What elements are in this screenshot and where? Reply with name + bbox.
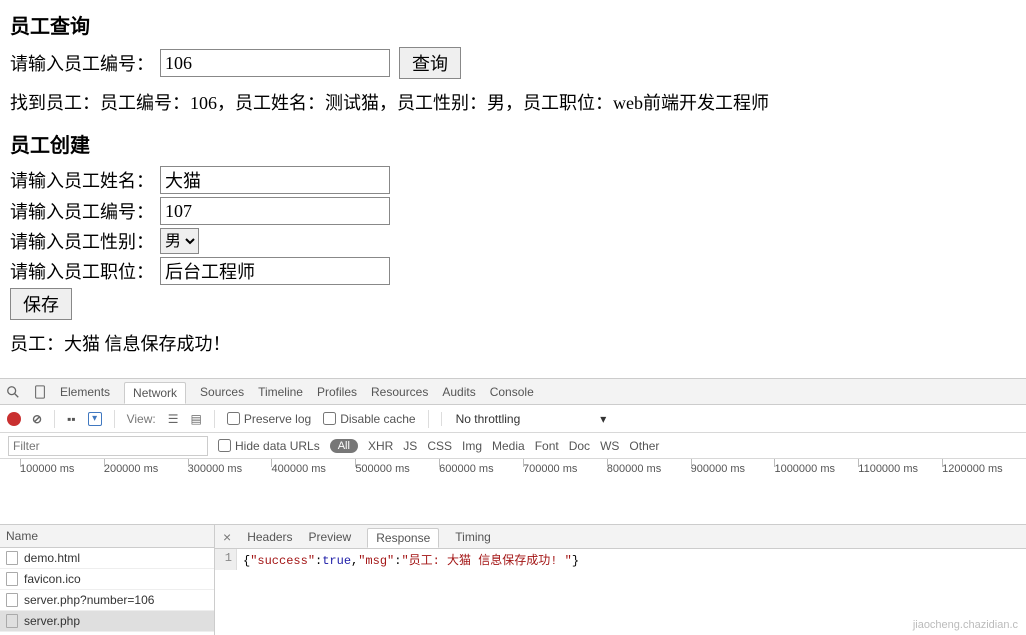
devtools-panel: Elements Network Sources Timeline Profil… [0, 378, 1026, 635]
network-timeline[interactable]: 100000 ms 200000 ms 300000 ms 400000 ms … [0, 459, 1026, 525]
response-code[interactable]: {"success":true,"msg":"员工: 大猫 信息保存成功! "} [237, 549, 585, 570]
chevron-down-icon: ▾ [600, 412, 606, 426]
query-button[interactable]: 查询 [399, 47, 461, 79]
column-header-name[interactable]: Name [0, 525, 214, 548]
disable-cache-checkbox[interactable]: Disable cache [323, 412, 415, 426]
employee-job-input[interactable] [160, 257, 390, 285]
network-bottom: Name demo.html favicon.ico server.php?nu… [0, 525, 1026, 635]
network-filter-bar: Hide data URLs All XHR JS CSS Img Media … [0, 433, 1026, 459]
tab-audits[interactable]: Audits [442, 385, 475, 399]
separator [54, 410, 55, 428]
timeline-mark: 900000 ms [691, 463, 775, 475]
preserve-log-checkbox[interactable]: Preserve log [227, 412, 311, 426]
close-icon[interactable]: × [223, 529, 231, 545]
filter-type[interactable]: Img [462, 439, 482, 453]
detail-tab-preview[interactable]: Preview [309, 530, 352, 544]
label-employee-number-create: 请输入员工编号： [10, 198, 154, 224]
employee-name-input[interactable] [160, 166, 390, 194]
filter-icon[interactable]: ▾ [88, 412, 102, 426]
timeline-mark: 200000 ms [104, 463, 188, 475]
view-label: View: [127, 412, 156, 426]
tab-console[interactable]: Console [490, 385, 534, 399]
record-icon[interactable] [8, 413, 20, 425]
camera-icon[interactable]: ▪▪ [67, 412, 76, 426]
file-icon [6, 572, 18, 586]
detail-tab-headers[interactable]: Headers [247, 530, 292, 544]
label-employee-gender: 请输入员工性别： [10, 228, 154, 254]
response-body: 1 {"success":true,"msg":"员工: 大猫 信息保存成功! … [215, 549, 1026, 570]
employee-number-input[interactable] [160, 49, 390, 77]
filter-type[interactable]: WS [600, 439, 619, 453]
employee-gender-select[interactable]: 男 [160, 228, 199, 254]
detail-tabs: × Headers Preview Response Timing [215, 525, 1026, 549]
timeline-mark: 1200000 ms [942, 463, 1026, 475]
query-result: 找到员工：员工编号：106，员工姓名：测试猫，员工性别：男，员工职位：web前端… [10, 89, 1016, 115]
timeline-mark: 800000 ms [607, 463, 691, 475]
filter-type[interactable]: Font [535, 439, 559, 453]
tab-resources[interactable]: Resources [371, 385, 428, 399]
filter-type[interactable]: Media [492, 439, 525, 453]
create-heading: 员工创建 [10, 129, 1016, 158]
file-icon [6, 614, 18, 628]
timeline-mark: 1100000 ms [858, 463, 942, 475]
tab-timeline[interactable]: Timeline [258, 385, 303, 399]
tab-elements[interactable]: Elements [60, 385, 110, 399]
separator [214, 410, 215, 428]
filter-type[interactable]: CSS [427, 439, 452, 453]
timeline-mark: 600000 ms [439, 463, 523, 475]
file-icon [6, 551, 18, 565]
timeline-mark: 1000000 ms [774, 463, 858, 475]
timeline-mark: 500000 ms [355, 463, 439, 475]
clear-icon[interactable]: ⊘ [32, 412, 42, 426]
label-employee-number: 请输入员工编号： [10, 50, 154, 76]
tab-sources[interactable]: Sources [200, 385, 244, 399]
network-toolbar: ⊘ ▪▪ ▾ View: ☰ ▤ Preserve log Disable ca… [0, 405, 1026, 433]
employee-page: 员工查询 请输入员工编号： 查询 找到员工：员工编号：106，员工姓名：测试猫，… [0, 0, 1026, 378]
network-request-item[interactable]: server.php [0, 611, 214, 632]
line-number: 1 [215, 549, 237, 570]
watermark: jiaocheng.chazidian.c [913, 619, 1018, 631]
filter-input[interactable] [8, 436, 208, 456]
filter-type[interactable]: Doc [569, 439, 590, 453]
devtools-tabs: Elements Network Sources Timeline Profil… [0, 379, 1026, 405]
create-result: 员工：大猫 信息保存成功！ [10, 330, 1016, 356]
network-request-list: Name demo.html favicon.ico server.php?nu… [0, 525, 215, 635]
filter-type[interactable]: Other [629, 439, 659, 453]
filter-type[interactable]: XHR [368, 439, 393, 453]
filter-all[interactable]: All [330, 439, 358, 453]
separator [428, 410, 429, 428]
detail-tab-timing[interactable]: Timing [455, 530, 491, 544]
large-rows-icon[interactable]: ☰ [168, 412, 179, 426]
hide-data-urls-checkbox[interactable]: Hide data URLs [218, 439, 320, 453]
timeline-mark: 100000 ms [20, 463, 104, 475]
waterfall-icon[interactable]: ▤ [190, 412, 201, 426]
device-icon[interactable] [34, 385, 46, 399]
timeline-mark: 300000 ms [188, 463, 272, 475]
filter-type[interactable]: JS [403, 439, 417, 453]
throttling-select[interactable]: No throttling ▾ [441, 412, 607, 426]
tab-network[interactable]: Network [124, 382, 186, 404]
request-detail: × Headers Preview Response Timing 1 {"su… [215, 525, 1026, 635]
network-request-item[interactable]: favicon.ico [0, 569, 214, 590]
network-request-item[interactable]: demo.html [0, 548, 214, 569]
label-employee-name: 请输入员工姓名： [10, 167, 154, 193]
detail-tab-response[interactable]: Response [367, 528, 439, 548]
separator [114, 410, 115, 428]
employee-number-create-input[interactable] [160, 197, 390, 225]
timeline-mark: 700000 ms [523, 463, 607, 475]
label-employee-job: 请输入员工职位： [10, 258, 154, 284]
file-icon [6, 593, 18, 607]
tab-profiles[interactable]: Profiles [317, 385, 357, 399]
query-heading: 员工查询 [10, 10, 1016, 39]
network-request-item[interactable]: server.php?number=106 [0, 590, 214, 611]
search-icon[interactable] [6, 385, 20, 399]
save-button[interactable]: 保存 [10, 288, 72, 320]
timeline-mark: 400000 ms [271, 463, 355, 475]
